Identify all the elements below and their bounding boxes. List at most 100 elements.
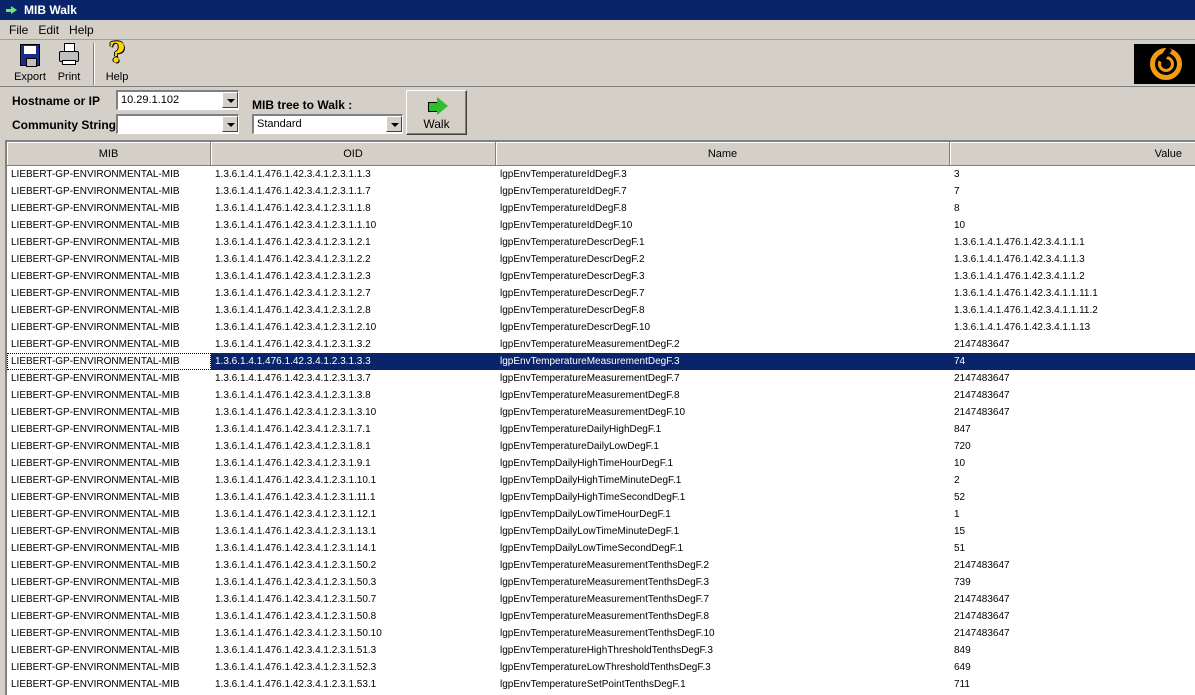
table-row[interactable]: LIEBERT-GP-ENVIRONMENTAL-MIB 1.3.6.1.4.1.… [7, 489, 1195, 506]
table-row[interactable]: LIEBERT-GP-ENVIRONMENTAL-MIB 1.3.6.1.4.1.… [7, 234, 1195, 251]
cell-oid: 1.3.6.1.4.1.476.1.42.3.4.1.2.3.1.3.3 [215, 356, 371, 367]
table-row[interactable]: LIEBERT-GP-ENVIRONMENTAL-MIB 1.3.6.1.4.1.… [7, 404, 1195, 421]
cell-value: 10 [954, 458, 966, 469]
cell-value: 2147483647 [954, 594, 1010, 605]
column-header-value[interactable]: Value [950, 142, 1195, 166]
table-row[interactable]: LIEBERT-GP-ENVIRONMENTAL-MIB 1.3.6.1.4.1.… [7, 523, 1195, 540]
table-row[interactable]: LIEBERT-GP-ENVIRONMENTAL-MIB 1.3.6.1.4.1.… [7, 659, 1195, 676]
menu-file[interactable]: File [4, 23, 33, 37]
cell-oid: 1.3.6.1.4.1.476.1.42.3.4.1.2.3.1.53.1 [215, 679, 377, 690]
column-header-mib[interactable]: MIB [7, 142, 211, 166]
cell-mib: LIEBERT-GP-ENVIRONMENTAL-MIB [11, 458, 180, 469]
table-row[interactable]: LIEBERT-GP-ENVIRONMENTAL-MIB 1.3.6.1.4.1.… [7, 455, 1195, 472]
cell-name: lgpEnvTemperatureIdDegF.7 [500, 186, 627, 197]
cell-mib: LIEBERT-GP-ENVIRONMENTAL-MIB [11, 373, 180, 384]
cell-name: lgpEnvTemperatureDailyLowDegF.1 [500, 441, 659, 452]
cell-value: 649 [954, 662, 971, 673]
table-row[interactable]: LIEBERT-GP-ENVIRONMENTAL-MIB 1.3.6.1.4.1.… [7, 336, 1195, 353]
cell-mib: LIEBERT-GP-ENVIRONMENTAL-MIB [11, 305, 180, 316]
cell-value: 2147483647 [954, 611, 1010, 622]
table-row[interactable]: LIEBERT-GP-ENVIRONMENTAL-MIB 1.3.6.1.4.1.… [7, 268, 1195, 285]
cell-oid: 1.3.6.1.4.1.476.1.42.3.4.1.2.3.1.9.1 [215, 458, 371, 469]
table-row[interactable]: LIEBERT-GP-ENVIRONMENTAL-MIB 1.3.6.1.4.1.… [7, 353, 1195, 370]
mib-tree-value: Standard [257, 118, 302, 130]
cell-name: lgpEnvTemperatureMeasurementTenthsDegF.2 [500, 560, 709, 571]
table-row[interactable]: LIEBERT-GP-ENVIRONMENTAL-MIB 1.3.6.1.4.1.… [7, 540, 1195, 557]
table-row[interactable]: LIEBERT-GP-ENVIRONMENTAL-MIB 1.3.6.1.4.1.… [7, 421, 1195, 438]
table-row[interactable]: LIEBERT-GP-ENVIRONMENTAL-MIB 1.3.6.1.4.1.… [7, 387, 1195, 404]
table-row[interactable]: LIEBERT-GP-ENVIRONMENTAL-MIB 1.3.6.1.4.1.… [7, 217, 1195, 234]
cell-oid: 1.3.6.1.4.1.476.1.42.3.4.1.2.3.1.50.3 [215, 577, 377, 588]
cell-mib: LIEBERT-GP-ENVIRONMENTAL-MIB [11, 492, 180, 503]
cell-name: lgpEnvTempDailyHighTimeMinuteDegF.1 [500, 475, 682, 486]
title-bar: MIB Walk [0, 0, 1195, 20]
community-dropdown-arrow-icon[interactable] [222, 116, 238, 132]
cell-oid: 1.3.6.1.4.1.476.1.42.3.4.1.2.3.1.1.8 [215, 203, 371, 214]
cell-oid: 1.3.6.1.4.1.476.1.42.3.4.1.2.3.1.52.3 [215, 662, 377, 673]
cell-oid: 1.3.6.1.4.1.476.1.42.3.4.1.2.3.1.50.8 [215, 611, 377, 622]
cell-mib: LIEBERT-GP-ENVIRONMENTAL-MIB [11, 271, 180, 282]
cell-oid: 1.3.6.1.4.1.476.1.42.3.4.1.2.3.1.3.2 [215, 339, 371, 350]
community-combo[interactable] [116, 114, 239, 134]
cell-mib: LIEBERT-GP-ENVIRONMENTAL-MIB [11, 560, 180, 571]
print-button[interactable]: Print [54, 43, 84, 85]
hostname-combo[interactable]: 10.29.1.102 [116, 90, 239, 110]
table-row[interactable]: LIEBERT-GP-ENVIRONMENTAL-MIB 1.3.6.1.4.1.… [7, 183, 1195, 200]
export-button[interactable]: Export [12, 43, 48, 85]
cell-value: 3 [954, 169, 960, 180]
cell-oid: 1.3.6.1.4.1.476.1.42.3.4.1.2.3.1.10.1 [215, 475, 377, 486]
table-row[interactable]: LIEBERT-GP-ENVIRONMENTAL-MIB 1.3.6.1.4.1.… [7, 285, 1195, 302]
cell-name: lgpEnvTemperatureMeasurementTenthsDegF.7 [500, 594, 709, 605]
table-header: MIB OID Name Value [7, 142, 1195, 166]
cell-mib: LIEBERT-GP-ENVIRONMENTAL-MIB [11, 169, 180, 180]
table-row[interactable]: LIEBERT-GP-ENVIRONMENTAL-MIB 1.3.6.1.4.1.… [7, 506, 1195, 523]
menu-bar: File Edit Help [0, 20, 1195, 40]
cell-oid: 1.3.6.1.4.1.476.1.42.3.4.1.2.3.1.3.7 [215, 373, 371, 384]
community-label: Community String [12, 118, 116, 132]
table-row[interactable]: LIEBERT-GP-ENVIRONMENTAL-MIB 1.3.6.1.4.1.… [7, 166, 1195, 183]
cell-oid: 1.3.6.1.4.1.476.1.42.3.4.1.2.3.1.2.3 [215, 271, 371, 282]
table-row[interactable]: LIEBERT-GP-ENVIRONMENTAL-MIB 1.3.6.1.4.1.… [7, 302, 1195, 319]
table-row[interactable]: LIEBERT-GP-ENVIRONMENTAL-MIB 1.3.6.1.4.1.… [7, 591, 1195, 608]
cell-value: 2 [954, 475, 960, 486]
cell-name: lgpEnvTemperatureMeasurementDegF.2 [500, 339, 680, 350]
walk-button[interactable]: Walk [406, 90, 467, 135]
table-row[interactable]: LIEBERT-GP-ENVIRONMENTAL-MIB 1.3.6.1.4.1.… [7, 625, 1195, 642]
column-header-oid[interactable]: OID [211, 142, 496, 166]
cell-name: lgpEnvTemperatureIdDegF.3 [500, 169, 627, 180]
cell-value: 1.3.6.1.4.1.476.1.42.3.4.1.1.2 [954, 271, 1085, 282]
table-body: LIEBERT-GP-ENVIRONMENTAL-MIB 1.3.6.1.4.1.… [7, 166, 1195, 693]
mib-tree-dropdown-arrow-icon[interactable] [386, 116, 402, 132]
table-row[interactable]: LIEBERT-GP-ENVIRONMENTAL-MIB 1.3.6.1.4.1.… [7, 200, 1195, 217]
column-header-name[interactable]: Name [496, 142, 950, 166]
table-row[interactable]: LIEBERT-GP-ENVIRONMENTAL-MIB 1.3.6.1.4.1.… [7, 608, 1195, 625]
table-row[interactable]: LIEBERT-GP-ENVIRONMENTAL-MIB 1.3.6.1.4.1.… [7, 574, 1195, 591]
cell-mib: LIEBERT-GP-ENVIRONMENTAL-MIB [11, 509, 180, 520]
cell-oid: 1.3.6.1.4.1.476.1.42.3.4.1.2.3.1.7.1 [215, 424, 371, 435]
table-row[interactable]: LIEBERT-GP-ENVIRONMENTAL-MIB 1.3.6.1.4.1.… [7, 370, 1195, 387]
cell-value: 1.3.6.1.4.1.476.1.42.3.4.1.1.11.2 [954, 305, 1098, 316]
cell-oid: 1.3.6.1.4.1.476.1.42.3.4.1.2.3.1.1.7 [215, 186, 371, 197]
cell-value: 1.3.6.1.4.1.476.1.42.3.4.1.1.11.1 [954, 288, 1098, 299]
mib-tree-select[interactable]: Standard [252, 114, 403, 134]
menu-help[interactable]: Help [64, 23, 99, 37]
table-row[interactable]: LIEBERT-GP-ENVIRONMENTAL-MIB 1.3.6.1.4.1.… [7, 438, 1195, 455]
cell-oid: 1.3.6.1.4.1.476.1.42.3.4.1.2.3.1.3.8 [215, 390, 371, 401]
hostname-value: 10.29.1.102 [121, 94, 180, 106]
table-row[interactable]: LIEBERT-GP-ENVIRONMENTAL-MIB 1.3.6.1.4.1.… [7, 642, 1195, 659]
cell-name: lgpEnvTemperatureDescrDegF.1 [500, 237, 645, 248]
table-row[interactable]: LIEBERT-GP-ENVIRONMENTAL-MIB 1.3.6.1.4.1.… [7, 557, 1195, 574]
help-button[interactable]: ? Help [102, 39, 132, 85]
table-row[interactable]: LIEBERT-GP-ENVIRONMENTAL-MIB 1.3.6.1.4.1.… [7, 251, 1195, 268]
cell-name: lgpEnvTempDailyHighTimeSecondDegF.1 [500, 492, 686, 503]
table-row[interactable]: LIEBERT-GP-ENVIRONMENTAL-MIB 1.3.6.1.4.1.… [7, 676, 1195, 693]
table-row[interactable]: LIEBERT-GP-ENVIRONMENTAL-MIB 1.3.6.1.4.1.… [7, 319, 1195, 336]
cell-oid: 1.3.6.1.4.1.476.1.42.3.4.1.2.3.1.3.10 [215, 407, 377, 418]
cell-mib: LIEBERT-GP-ENVIRONMENTAL-MIB [11, 611, 180, 622]
menu-edit[interactable]: Edit [33, 23, 64, 37]
cell-value: 10 [954, 220, 966, 231]
cell-value: 8 [954, 203, 960, 214]
table-row[interactable]: LIEBERT-GP-ENVIRONMENTAL-MIB 1.3.6.1.4.1.… [7, 472, 1195, 489]
hostname-dropdown-arrow-icon[interactable] [222, 92, 238, 108]
cell-mib: LIEBERT-GP-ENVIRONMENTAL-MIB [11, 475, 180, 486]
